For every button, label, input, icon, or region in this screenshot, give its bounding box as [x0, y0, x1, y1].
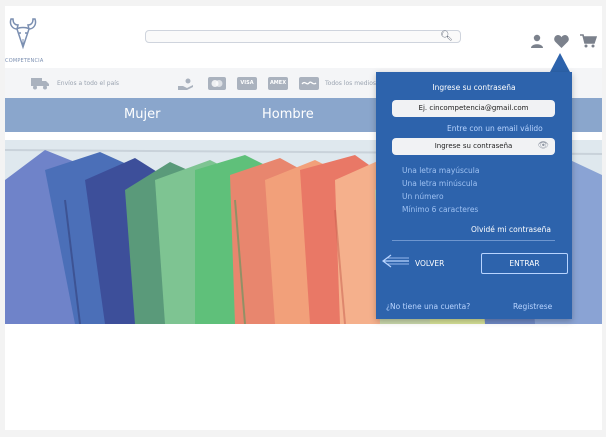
heart-icon[interactable]	[554, 35, 569, 48]
password-placeholder: Ingrese su contraseña	[434, 142, 513, 150]
search-icon[interactable]: 🔍︎	[440, 31, 453, 43]
email-field[interactable]: Ej. cincompetencia@gmail.com	[392, 100, 555, 117]
hand-coin-icon	[178, 78, 193, 90]
popup-title: Ingrese su contraseña	[432, 83, 516, 92]
back-arrow-icon[interactable]	[380, 253, 410, 269]
shipping-text: Envíos a todo el país	[57, 80, 120, 87]
mastercard-icon	[208, 77, 226, 90]
brand-logo[interactable]: COMPETENCIA	[5, 15, 51, 64]
nav-item-hombre[interactable]: Hombre	[262, 107, 314, 122]
rule-uppercase: Una letra mayúscula	[402, 166, 480, 175]
user-icon[interactable]	[530, 34, 544, 48]
search-input[interactable]: 🔍︎	[145, 30, 461, 43]
popup-pointer	[550, 53, 570, 72]
enter-button[interactable]: ENTRAR	[481, 253, 568, 274]
logo-text: COMPETENCIA	[5, 58, 44, 64]
no-account-text: ¿No tiene una cuenta?	[386, 302, 471, 311]
eye-icon[interactable]: 👁︎	[538, 138, 549, 155]
register-link[interactable]: Registrese	[513, 302, 552, 311]
nav-item-mujer[interactable]: Mujer	[124, 107, 160, 122]
carousel-dots	[285, 314, 318, 324]
mercadopago-icon	[299, 77, 319, 90]
cart-icon[interactable]	[580, 34, 597, 48]
truck-icon	[31, 78, 49, 90]
password-field[interactable]: Ingrese su contraseña 👁︎	[392, 138, 555, 155]
back-button[interactable]: VOLVER	[415, 259, 444, 268]
forgot-password-link[interactable]: Olvidé mi contraseña	[471, 225, 551, 234]
login-popup: Ingrese su contraseña Ej. cincompetencia…	[376, 72, 572, 319]
rule-number: Un número	[402, 192, 444, 201]
rule-lowercase: Una letra minúscula	[402, 179, 478, 188]
goat-logo-icon	[9, 18, 37, 50]
divider	[392, 240, 555, 241]
email-hint-link[interactable]: Entre con un email válido	[447, 124, 543, 133]
visa-icon: VISA	[237, 77, 257, 90]
page-frame: COMPETENCIA 🔍︎ Envíos a todo el país VIS…	[5, 6, 602, 430]
rule-min-length: Mínimo 6 caracteres	[402, 205, 479, 214]
amex-icon: AMEX	[268, 77, 288, 90]
